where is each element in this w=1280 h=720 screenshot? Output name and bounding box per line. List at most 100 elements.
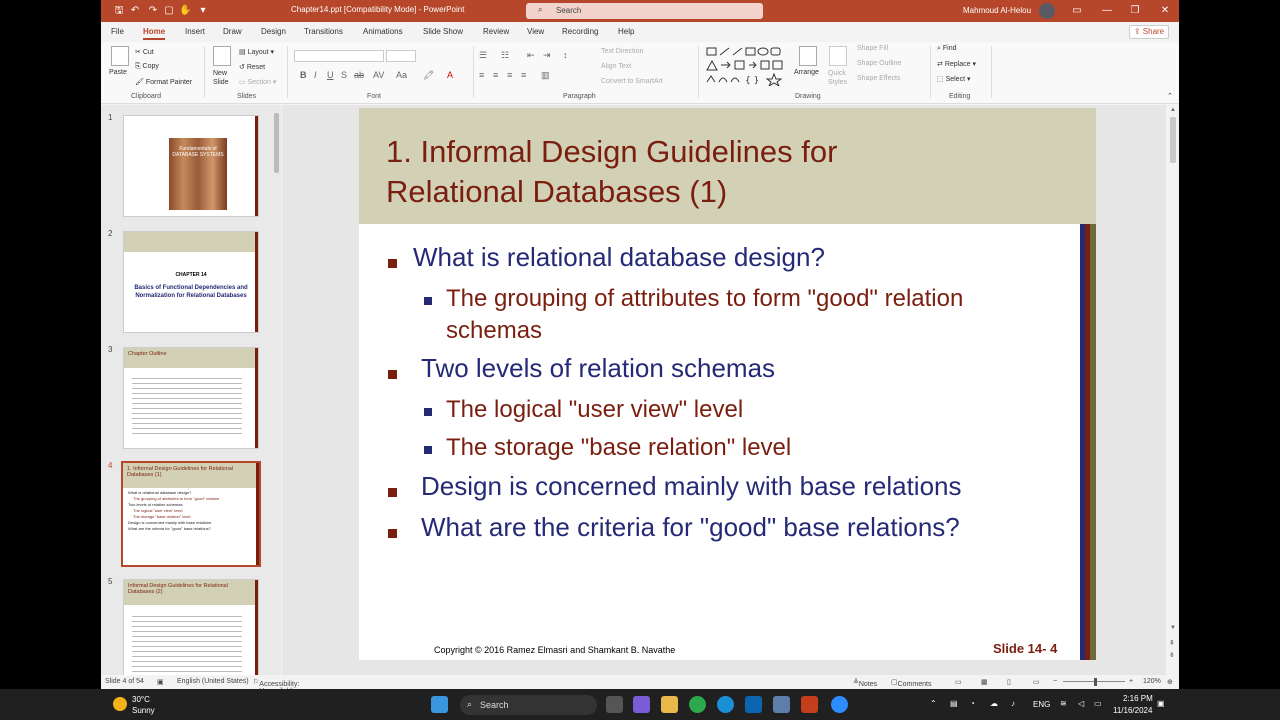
chrome-icon[interactable]	[689, 696, 706, 713]
avatar[interactable]	[1039, 3, 1055, 19]
close-icon[interactable]: ✕	[1151, 0, 1179, 22]
tab-draw[interactable]: Draw	[223, 27, 242, 36]
shape-fill-button[interactable]: Shape Fill	[857, 45, 888, 52]
notes-button[interactable]: ≜ Notes	[853, 678, 877, 688]
scroll-down-icon[interactable]: ▼	[1170, 625, 1176, 631]
zoom-slider-thumb[interactable]	[1094, 678, 1097, 686]
previous-slide-icon[interactable]: ⇞	[1169, 639, 1175, 647]
paste-icon[interactable]	[111, 46, 129, 66]
highlight-icon[interactable]: 🖍	[423, 70, 434, 81]
wifi-icon[interactable]: ≋	[1060, 699, 1067, 708]
powerpoint-icon[interactable]	[801, 696, 818, 713]
notifications-icon[interactable]: ▣	[1157, 699, 1165, 708]
tab-help[interactable]: Help	[618, 27, 634, 36]
scroll-thumb[interactable]	[1170, 117, 1176, 163]
shape-outline-button[interactable]: Shape Outline	[857, 60, 901, 67]
quick-styles-button[interactable]: Quick Styles	[828, 69, 850, 87]
user-name[interactable]: Mahmoud Al-Helou	[963, 6, 1031, 15]
start-from-beginning-icon[interactable]: ▢	[163, 4, 175, 18]
line-spacing-icon[interactable]: ↕	[563, 50, 568, 60]
bullets-icon[interactable]: ☰	[479, 50, 487, 61]
tab-transitions[interactable]: Transitions	[304, 27, 343, 36]
slideshow-view-icon[interactable]: ▭	[1033, 678, 1040, 686]
customize-toolbar-icon[interactable]: ▾	[197, 4, 209, 18]
slide-thumbnail-1[interactable]: Fundamentals of DATABASE SYSTEMS	[123, 115, 259, 217]
strikethrough-icon[interactable]: ab	[354, 70, 364, 80]
battery-icon[interactable]: ▭	[1094, 699, 1102, 708]
outlook-icon[interactable]	[745, 696, 762, 713]
shapes-gallery[interactable]: { }	[705, 46, 789, 86]
justify-icon[interactable]: ≡	[521, 70, 526, 80]
tray-app-icon[interactable]: ☁	[990, 699, 998, 708]
find-button[interactable]: ⌕ Find	[937, 45, 957, 53]
new-slide-button[interactable]: New Slide	[213, 69, 235, 87]
increase-indent-icon[interactable]: ⇥	[543, 50, 551, 61]
section-button[interactable]: ▭ Section ▾	[239, 78, 276, 86]
taskbar-search[interactable]: ⌕ Search	[460, 695, 597, 715]
clock-date[interactable]: 11/16/2024	[1113, 706, 1152, 715]
database-app-icon[interactable]	[773, 696, 790, 713]
edge-icon[interactable]	[717, 696, 734, 713]
zoom-out-icon[interactable]: −	[1053, 678, 1057, 685]
slide-thumbnail-5[interactable]: Informal Design Guidelines for Relationa…	[123, 579, 259, 675]
tray-app-icon[interactable]: ▤	[950, 699, 958, 708]
tray-app-icon[interactable]: ◔	[970, 699, 975, 708]
select-button[interactable]: ⬚ Select ▾	[937, 75, 971, 83]
align-right-icon[interactable]: ≡	[507, 70, 512, 80]
tab-view[interactable]: View	[527, 27, 544, 36]
accessibility-indicator[interactable]: ⚐ Accessibility: Unavailable	[253, 678, 299, 689]
microphone-icon[interactable]: ♪	[1011, 699, 1015, 708]
scroll-up-icon[interactable]: ▲	[1170, 107, 1176, 113]
spelling-icon[interactable]: ▣	[157, 678, 164, 686]
shadow-icon[interactable]: S	[341, 70, 347, 80]
shape-effects-button[interactable]: Shape Effects	[857, 75, 900, 82]
show-hidden-icons[interactable]: ⌃	[930, 699, 937, 708]
volume-icon[interactable]: ◁	[1078, 699, 1084, 708]
tab-insert[interactable]: Insert	[185, 27, 205, 36]
share-button[interactable]: ⇪ Share	[1129, 25, 1169, 39]
clock-time[interactable]: 2:16 PM	[1123, 694, 1153, 703]
zoom-level[interactable]: 120%	[1143, 678, 1161, 685]
file-explorer-icon[interactable]	[661, 696, 678, 713]
format-painter-button[interactable]: 🖌 Format Painter	[135, 78, 192, 86]
paste-button[interactable]: Paste	[109, 69, 127, 76]
tab-home[interactable]: Home	[143, 27, 166, 40]
slide-sorter-icon[interactable]: ▦	[981, 678, 988, 686]
bold-icon[interactable]: B	[300, 70, 307, 80]
layout-button[interactable]: ▤ Layout ▾	[239, 48, 274, 56]
copy-button[interactable]: ⎘ Copy	[135, 63, 159, 71]
reset-button[interactable]: ↺ Reset	[239, 63, 265, 71]
align-left-icon[interactable]: ≡	[479, 70, 484, 80]
arrange-button[interactable]: Arrange	[794, 69, 819, 76]
normal-view-icon[interactable]: ▭	[955, 678, 962, 686]
font-color-icon[interactable]: A	[447, 70, 453, 80]
replace-button[interactable]: ⇄ Replace ▾	[937, 60, 976, 68]
undo-icon[interactable]: ↶	[129, 4, 141, 18]
tab-recording[interactable]: Recording	[562, 27, 598, 36]
weather-temp[interactable]: 30°C	[132, 695, 150, 704]
search-input[interactable]: ⌕ Search	[526, 3, 763, 19]
thumbnail-scrollbar[interactable]	[271, 105, 281, 675]
current-slide[interactable]: 1. Informal Design Guidelines for Relati…	[359, 108, 1096, 660]
tab-design[interactable]: Design	[261, 27, 286, 36]
font-size-select[interactable]	[386, 50, 416, 62]
tab-review[interactable]: Review	[483, 27, 509, 36]
comments-button[interactable]: ▢ Comments	[891, 678, 931, 688]
underline-icon[interactable]: U	[327, 70, 334, 80]
tab-file[interactable]: File	[111, 27, 124, 36]
save-icon[interactable]: 🖫	[113, 4, 125, 18]
language-indicator[interactable]: ENG	[1033, 700, 1050, 709]
task-view-icon[interactable]	[606, 696, 623, 713]
restore-icon[interactable]: ❐	[1121, 0, 1149, 22]
copilot-icon[interactable]	[633, 696, 650, 713]
next-slide-icon[interactable]: ⇟	[1169, 651, 1175, 659]
slide-title[interactable]: 1. Informal Design Guidelines for Relati…	[386, 132, 986, 212]
italic-icon[interactable]: I	[314, 70, 317, 80]
slide-thumbnail-4[interactable]: 1. Informal Design Guidelines for Relati…	[121, 461, 261, 567]
quick-styles-icon[interactable]	[829, 46, 847, 66]
slide-thumbnail-3[interactable]: Chapter Outline	[123, 347, 259, 449]
slide-thumbnail-2[interactable]: CHAPTER 14 Basics of Functional Dependen…	[123, 231, 259, 333]
zoom-in-icon[interactable]: +	[1129, 678, 1133, 685]
tab-animations[interactable]: Animations	[363, 27, 403, 36]
text-direction-button[interactable]: Text Direction	[601, 48, 643, 55]
